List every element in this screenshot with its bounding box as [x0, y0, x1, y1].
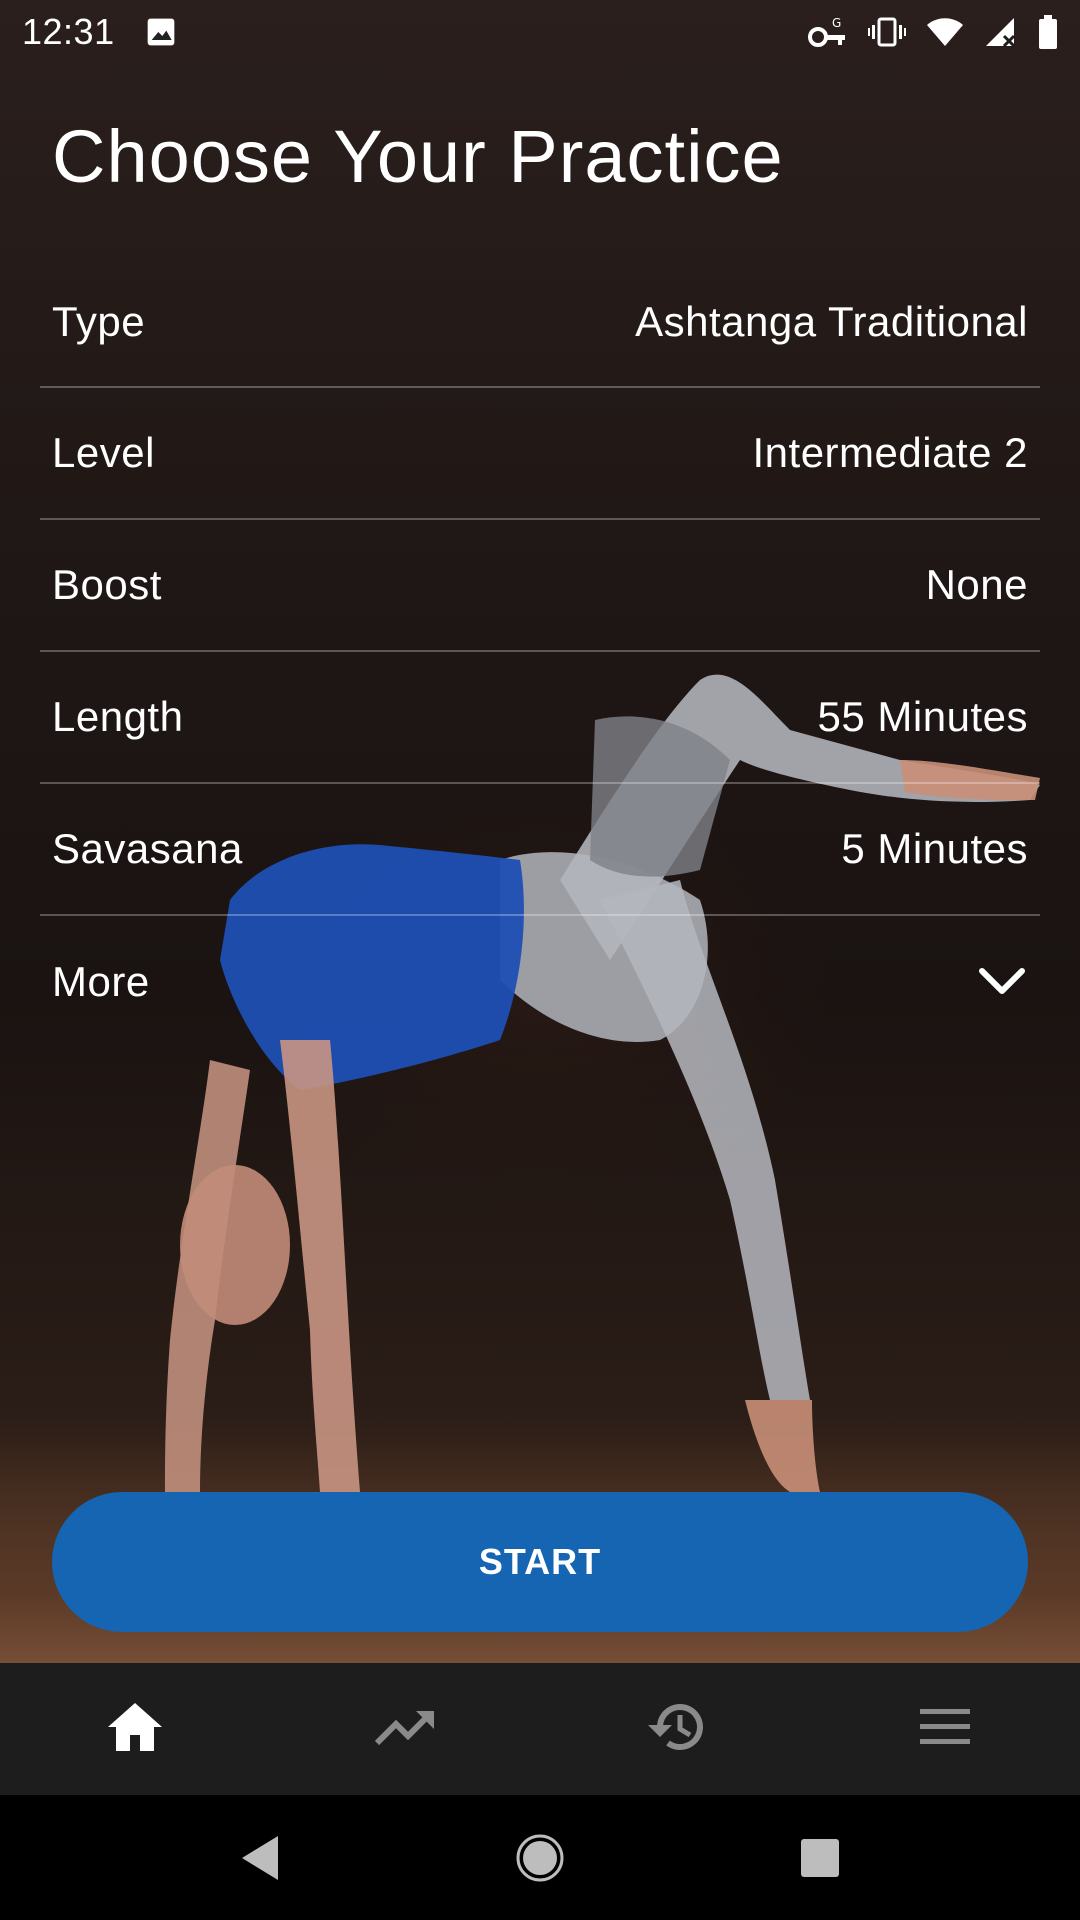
bottom-navigation	[0, 1663, 1080, 1795]
setting-label: Savasana	[52, 825, 243, 872]
system-navigation-bar	[0, 1795, 1080, 1920]
nav-item-progress[interactable]	[270, 1663, 540, 1795]
start-button[interactable]: START	[52, 1492, 1028, 1632]
setting-row-length[interactable]: Length 55 Minutes	[40, 652, 1040, 784]
more-label: More	[52, 958, 150, 1005]
setting-value: 55 Minutes	[817, 693, 1028, 740]
setting-label: Length	[52, 693, 184, 740]
setting-row-savasana[interactable]: Savasana 5 Minutes	[40, 784, 1040, 916]
chevron-down-icon[interactable]	[976, 956, 1028, 1008]
setting-value: 5 Minutes	[841, 825, 1028, 872]
back-icon[interactable]	[220, 1818, 300, 1898]
nav-item-history[interactable]	[540, 1663, 810, 1795]
setting-value: Intermediate 2	[752, 429, 1028, 476]
menu-icon	[920, 1707, 970, 1752]
vibrate-icon	[868, 16, 906, 48]
history-icon	[644, 1699, 706, 1760]
setting-row-level[interactable]: Level Intermediate 2	[40, 388, 1040, 520]
screen: 12:31 G Choose Your Practice Type Ashtan…	[0, 0, 1080, 1920]
status-time: 12:31	[22, 11, 115, 52]
vpn-key-icon: G	[808, 15, 848, 49]
svg-text:G: G	[832, 16, 841, 30]
home-circle-icon[interactable]	[500, 1818, 580, 1898]
setting-value: Ashtanga Traditional	[635, 298, 1028, 345]
image-icon	[145, 16, 177, 48]
nav-item-menu[interactable]	[810, 1663, 1080, 1795]
signal-icon	[984, 16, 1018, 48]
wifi-icon	[926, 17, 964, 47]
setting-row-type[interactable]: Type Ashtanga Traditional	[40, 258, 1040, 388]
battery-icon	[1038, 15, 1058, 49]
page-title: Choose Your Practice	[52, 115, 784, 198]
more-options-toggle[interactable]: More	[40, 916, 1040, 1048]
setting-row-boost[interactable]: Boost None	[40, 520, 1040, 652]
setting-value: None	[925, 561, 1028, 608]
home-icon	[106, 1701, 164, 1758]
recents-icon[interactable]	[780, 1818, 860, 1898]
setting-label: Level	[52, 429, 155, 476]
status-bar: 12:31 G	[0, 0, 1080, 64]
setting-label: Type	[52, 298, 146, 345]
nav-item-home[interactable]	[0, 1663, 270, 1795]
trending-up-icon	[374, 1707, 436, 1752]
practice-settings-list: Type Ashtanga Traditional Level Intermed…	[40, 258, 1040, 1048]
setting-label: Boost	[52, 561, 162, 608]
